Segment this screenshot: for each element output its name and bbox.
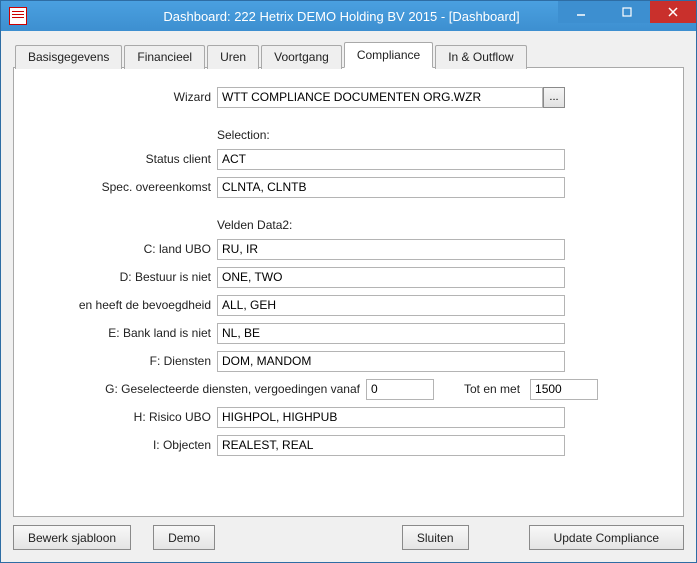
wizard-browse-button[interactable]: ... [543, 87, 565, 108]
e-bankland-input[interactable] [217, 323, 565, 344]
client-area: Basisgegevens Financieel Uren Voortgang … [1, 31, 696, 562]
titlebar[interactable]: Dashboard: 222 Hetrix DEMO Holding BV 20… [1, 1, 696, 31]
i-objecten-input[interactable] [217, 435, 565, 456]
wizard-label: Wizard [36, 90, 217, 104]
close-icon [668, 7, 678, 17]
maximize-button[interactable] [604, 1, 650, 23]
d-bestuur-label: D: Bestuur is niet [36, 270, 217, 284]
bewerk-sjabloon-button[interactable]: Bewerk sjabloon [13, 525, 131, 550]
app-window: Dashboard: 222 Hetrix DEMO Holding BV 20… [0, 0, 697, 563]
c-land-ubo-input[interactable] [217, 239, 565, 260]
spec-overeenkomst-input[interactable] [217, 177, 565, 198]
status-client-label: Status client [36, 152, 217, 166]
app-icon [9, 7, 27, 25]
e-bankland-label: E: Bank land is niet [36, 326, 217, 340]
g-tot-label: Tot en met [464, 382, 520, 396]
tab-in-outflow[interactable]: In & Outflow [435, 45, 526, 69]
d-bestuur-input[interactable] [217, 267, 565, 288]
wizard-input[interactable] [217, 87, 543, 108]
tab-uren[interactable]: Uren [207, 45, 259, 69]
sluiten-button[interactable]: Sluiten [402, 525, 469, 550]
d-bevoegdheid-input[interactable] [217, 295, 565, 316]
tab-basisgegevens[interactable]: Basisgegevens [15, 45, 122, 69]
f-diensten-label: F: Diensten [36, 354, 217, 368]
tab-financieel[interactable]: Financieel [124, 45, 205, 69]
bottom-button-bar: Bewerk sjabloon Demo Sluiten Update Comp… [13, 525, 684, 550]
f-diensten-input[interactable] [217, 351, 565, 372]
g-tot-input[interactable] [530, 379, 598, 400]
tabpage-compliance: Wizard ... Selection: Status client Spec… [13, 67, 684, 517]
spec-overeenkomst-label: Spec. overeenkomst [36, 180, 217, 194]
maximize-icon [622, 7, 632, 17]
window-buttons [558, 1, 696, 23]
h-risico-label: H: Risico UBO [36, 410, 217, 424]
minimize-icon [576, 7, 586, 17]
update-compliance-button[interactable]: Update Compliance [529, 525, 684, 550]
minimize-button[interactable] [558, 1, 604, 23]
status-client-input[interactable] [217, 149, 565, 170]
tab-voortgang[interactable]: Voortgang [261, 45, 342, 69]
section-velden-label: Velden Data2: [217, 218, 661, 232]
tabstrip: Basisgegevens Financieel Uren Voortgang … [15, 41, 684, 67]
section-selection-label: Selection: [217, 128, 661, 142]
h-risico-input[interactable] [217, 407, 565, 428]
demo-button[interactable]: Demo [153, 525, 215, 550]
g-vanaf-label: G: Geselecteerde diensten, vergoedingen … [36, 382, 366, 396]
g-vanaf-input[interactable] [366, 379, 434, 400]
tab-compliance[interactable]: Compliance [344, 42, 433, 68]
d-bevoegdheid-label: en heeft de bevoegdheid [36, 298, 217, 312]
close-button[interactable] [650, 1, 696, 23]
i-objecten-label: I: Objecten [36, 438, 217, 452]
c-land-ubo-label: C: land UBO [36, 242, 217, 256]
